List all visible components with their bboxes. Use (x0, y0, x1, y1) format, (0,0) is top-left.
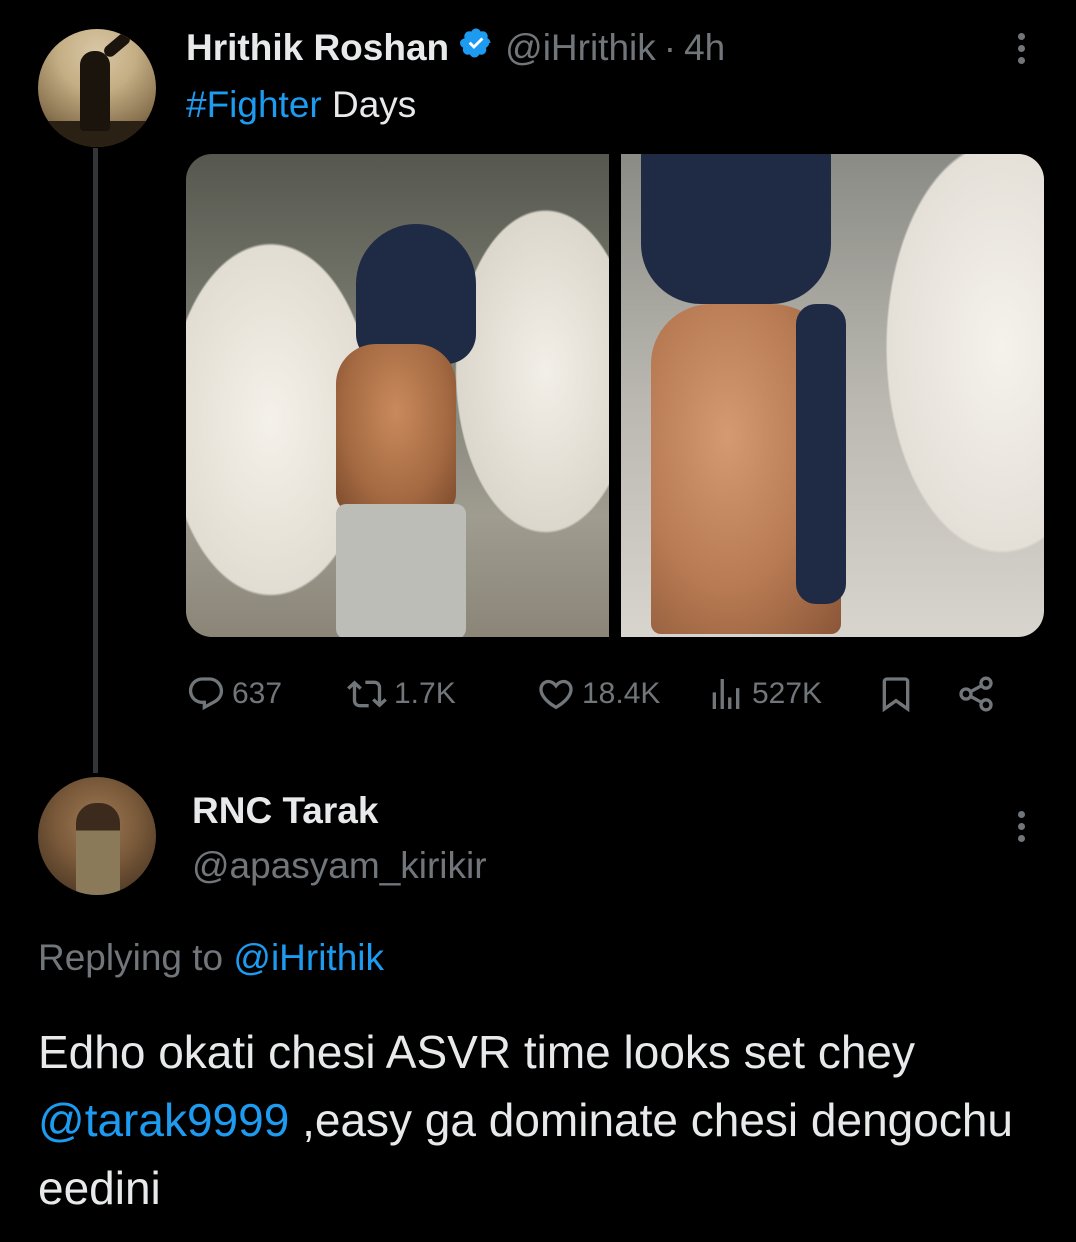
author-name[interactable]: Hrithik Roshan (186, 27, 449, 69)
retweet-icon (347, 680, 387, 708)
bookmark-button[interactable] (876, 674, 956, 714)
media-photo-1[interactable] (186, 154, 609, 637)
author-handle[interactable]: @iHrithik (505, 27, 656, 69)
reply-more-options-icon[interactable] (1015, 811, 1027, 847)
separator-dot: · (663, 26, 677, 68)
replying-to-handle[interactable]: @iHrithik (233, 937, 384, 978)
bookmark-icon (882, 677, 910, 713)
tweet-media[interactable] (186, 154, 1044, 637)
tweet-text: #Fighter Days (186, 84, 416, 126)
tweet-text-rest: Days (321, 84, 417, 125)
reply-button[interactable]: 637 (186, 674, 346, 714)
thread-line (93, 148, 98, 773)
retweet-count: 1.7K (394, 677, 456, 710)
tweet-actions: 637 1.7K 18.4K 527K (186, 668, 1026, 720)
tweet-time[interactable]: 4h (684, 27, 725, 69)
like-button[interactable]: 18.4K (536, 674, 706, 714)
author-avatar[interactable] (38, 29, 156, 147)
heart-icon (539, 679, 573, 710)
hashtag-link[interactable]: #Fighter (186, 84, 322, 125)
media-photo-2[interactable] (621, 154, 1044, 637)
reply-author-handle[interactable]: @apasyam_kirikir (192, 845, 487, 887)
share-button[interactable] (956, 674, 996, 714)
more-options-icon[interactable] (1015, 33, 1027, 69)
replying-to: Replying to @iHrithik (38, 937, 384, 979)
share-icon (959, 676, 993, 712)
verified-badge-icon (459, 26, 493, 69)
reply-count: 637 (232, 677, 283, 710)
reply-author-name[interactable]: RNC Tarak (192, 790, 378, 832)
mention-link[interactable]: @tarak9999 (38, 1094, 289, 1146)
reply-text: Edho okati chesi ASVR time looks set che… (38, 1018, 1048, 1222)
reply-icon (188, 677, 224, 711)
reply-text-part1: Edho okati chesi ASVR time looks set che… (38, 1026, 915, 1078)
views-button[interactable]: 527K (706, 674, 876, 714)
replying-to-label: Replying to (38, 937, 234, 978)
view-count: 527K (752, 677, 823, 710)
tweet-header: Hrithik Roshan @iHrithik · 4h (186, 26, 725, 69)
retweet-button[interactable]: 1.7K (346, 674, 536, 714)
reply-author-avatar[interactable] (38, 777, 156, 895)
like-count: 18.4K (582, 677, 661, 710)
views-chart-icon (712, 679, 740, 709)
